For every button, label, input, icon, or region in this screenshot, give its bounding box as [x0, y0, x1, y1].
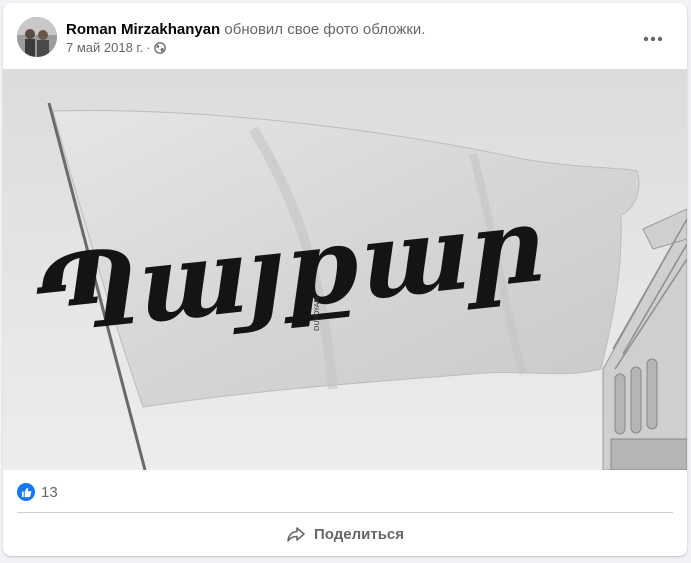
post-timestamp[interactable]: 7 май 2018 г. [66, 40, 143, 55]
post-card: Roman Mirzakhanyan обновил свое фото обл… [3, 3, 687, 556]
post-meta: 7 май 2018 г. · [66, 40, 166, 55]
avatar[interactable] [17, 17, 57, 57]
more-options-button[interactable] [635, 21, 671, 57]
flag-small-text: DUKOYAM [313, 297, 321, 331]
reactions-summary[interactable]: 13 [17, 481, 58, 503]
post-action-text: обновил свое фото обложки. [224, 21, 426, 38]
share-label: Поделиться [313, 525, 405, 543]
globe-icon [153, 41, 166, 54]
post-header: Roman Mirzakhanyan обновил свое фото обл… [3, 3, 687, 69]
more-options-icon [643, 36, 663, 42]
reaction-count: 13 [41, 483, 58, 501]
divider [17, 512, 673, 513]
like-icon [17, 483, 35, 501]
author-name[interactable]: Roman Mirzakhanyan [66, 21, 220, 38]
author-line: Roman Mirzakhanyan обновил свое фото обл… [66, 20, 425, 39]
share-icon [286, 524, 306, 544]
cover-photo[interactable]: Պայքար DUKOYAM [3, 69, 687, 470]
share-button[interactable]: Поделиться [17, 517, 673, 551]
meta-separator: · [146, 40, 151, 55]
